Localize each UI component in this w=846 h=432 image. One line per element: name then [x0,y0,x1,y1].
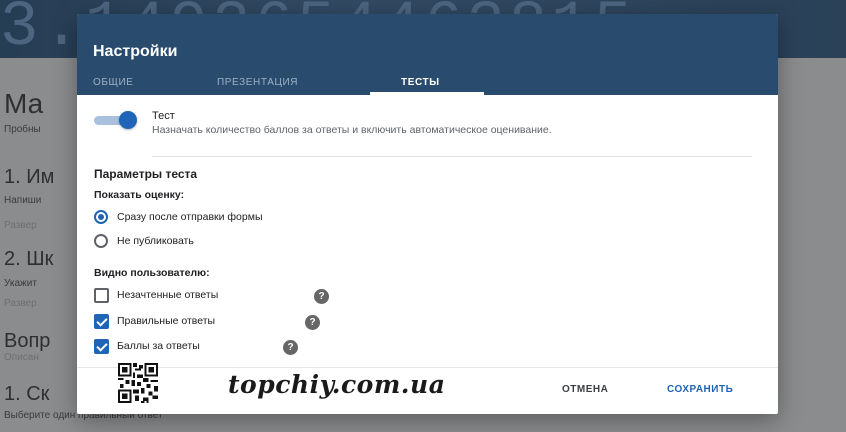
quiz-toggle-description: Назначать количество баллов за ответы и … [152,124,552,136]
radio-release-immediately[interactable] [94,210,108,224]
question-2-hint: Укажит [4,278,37,289]
help-icon[interactable]: ? [283,340,298,355]
question-1-expand: Развер [4,220,37,231]
settings-dialog: Настройки ОБЩИЕ ПРЕЗЕНТАЦИЯ ТЕСТЫ Тест Н… [77,14,778,414]
qr-code-icon [118,363,158,403]
checkbox-correct-answers[interactable] [94,314,109,329]
respondent-can-see-label: Видно пользователю: [94,267,210,279]
question-2-expand: Развер [4,298,37,309]
dialog-header: Настройки ОБЩИЕ ПРЕЗЕНТАЦИЯ ТЕСТЫ [77,14,778,95]
help-icon[interactable]: ? [305,315,320,330]
section-title: Вопр [4,330,51,352]
question-3-title: 1. Ск [4,383,50,405]
tab-presentation[interactable]: ПРЕЗЕНТАЦИЯ [217,77,298,88]
dialog-title: Настройки [93,43,178,60]
watermark-text: topchiy.com.ua [228,370,446,399]
dialog-content: Тест Назначать количество баллов за отве… [77,95,778,367]
checkbox-missed-questions[interactable] [94,288,109,303]
dialog-footer: topchiy.com.ua ОТМЕНА СОХРАНИТЬ [77,363,778,414]
tab-general[interactable]: ОБЩИЕ [93,77,134,88]
form-subtitle: Пробны [4,124,41,135]
checkbox-missed-questions-label[interactable]: Незачтенные ответы [117,289,218,301]
form-title: Ма [4,88,44,119]
section-description: Описан [4,352,39,363]
release-grade-label: Показать оценку: [94,189,185,201]
checkbox-correct-answers-label[interactable]: Правильные ответы [117,315,215,327]
checkbox-point-values-label[interactable]: Баллы за ответы [117,340,200,352]
quiz-options-heading: Параметры теста [94,167,198,181]
quiz-toggle-label: Тест [152,110,175,122]
question-1-title: 1. Им [4,166,55,188]
question-2-title: 2. Шк [4,248,54,270]
quiz-toggle[interactable] [94,111,140,129]
checkbox-point-values[interactable] [94,339,109,354]
divider [152,156,752,157]
radio-do-not-publish[interactable] [94,234,108,248]
toggle-knob [119,111,137,129]
cancel-button[interactable]: ОТМЕНА [562,384,608,395]
tab-quizzes[interactable]: ТЕСТЫ [401,77,440,88]
question-1-hint: Напиши [4,195,42,206]
save-button[interactable]: СОХРАНИТЬ [667,384,733,395]
radio-release-immediately-label[interactable]: Сразу после отправки формы [117,211,263,223]
help-icon[interactable]: ? [314,289,329,304]
radio-do-not-publish-label[interactable]: Не публиковать [117,235,194,247]
